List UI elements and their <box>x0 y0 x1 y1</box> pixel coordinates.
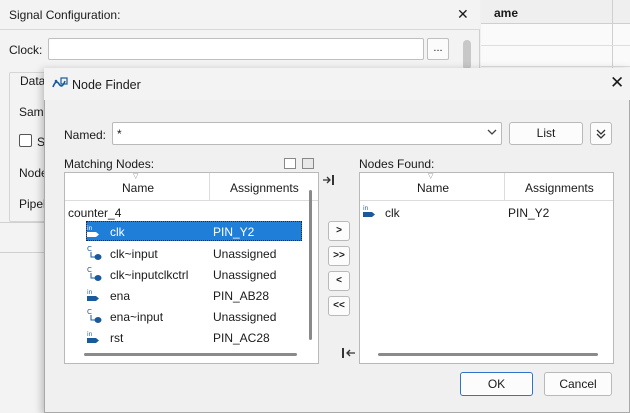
table-row[interactable]: in clk PIN_Y2 <box>362 203 610 223</box>
table-row[interactable]: in clk PIN_Y2 <box>86 222 302 242</box>
svg-text:C: C <box>87 308 92 316</box>
node-assignment: Unassigned <box>213 268 277 282</box>
remove-all-button[interactable]: << <box>328 296 350 316</box>
table-row[interactable]: in ena PIN_AB28 <box>86 286 302 306</box>
table-row[interactable]: C ena~input Unassigned <box>86 307 302 327</box>
input-pin-icon: in <box>87 225 99 237</box>
pipeline-label: Pipel <box>19 197 46 211</box>
svg-text:C: C <box>87 245 92 253</box>
storage-checkbox[interactable] <box>19 134 32 147</box>
expand-options-button[interactable] <box>590 122 612 145</box>
matching-group-counter[interactable]: counter_4 <box>68 206 121 220</box>
list-view-icon[interactable] <box>302 158 314 169</box>
matching-col-assignments[interactable]: Assignments <box>230 181 299 195</box>
node-name: ena <box>110 289 131 303</box>
svg-text:in: in <box>87 331 93 338</box>
svg-text:in: in <box>87 289 93 296</box>
column-separator <box>504 173 505 201</box>
svg-text:C: C <box>87 266 92 274</box>
chevron-down-icon[interactable] <box>486 126 498 138</box>
table-row[interactable]: C clk~inputclkctrl Unassigned <box>86 265 302 285</box>
cancel-button[interactable]: Cancel <box>544 372 612 396</box>
named-label: Named: <box>64 128 107 142</box>
matching-col-name[interactable]: Name <box>122 181 154 195</box>
dialog-title: Node Finder <box>72 78 141 92</box>
combinational-node-icon: C <box>87 266 102 281</box>
node-assignment: PIN_Y2 <box>508 206 550 220</box>
hierarchy-view-icon[interactable] <box>284 158 296 169</box>
node-name: clk <box>110 225 125 239</box>
dialog-close-icon[interactable]: ✕ <box>610 73 624 93</box>
node-name: ena~input <box>110 310 164 324</box>
data-group-label: Data <box>18 74 48 88</box>
sort-caret-icon: ▽ <box>428 173 434 180</box>
table-row <box>481 66 630 67</box>
divider <box>612 0 613 75</box>
table-row[interactable]: in rst PIN_AC28 <box>86 328 302 348</box>
matching-nodes-vertical-scrollbar[interactable] <box>309 190 312 340</box>
clock-input[interactable] <box>48 38 424 60</box>
node-table-header-name[interactable]: ame <box>494 6 518 20</box>
combinational-node-icon: C <box>87 308 102 323</box>
found-col-assignments[interactable]: Assignments <box>525 181 594 195</box>
nodes-found-label: Nodes Found: <box>359 157 435 171</box>
sort-caret-icon: ▽ <box>133 173 139 180</box>
found-col-name[interactable]: Name <box>417 181 449 195</box>
list-button[interactable]: List <box>509 122 583 145</box>
node-assignment: PIN_AC28 <box>213 331 270 345</box>
clock-label: Clock: <box>9 43 43 57</box>
named-input-value[interactable]: * <box>117 127 122 141</box>
table-row[interactable]: C clk~input Unassigned <box>86 244 302 264</box>
signal-configuration-close-icon[interactable]: ✕ <box>457 6 469 23</box>
node-assignment: PIN_AB28 <box>213 289 270 303</box>
clock-browse-button[interactable]: ... <box>427 38 449 60</box>
double-chevron-down-icon <box>596 129 606 139</box>
node-assignment: Unassigned <box>213 247 277 261</box>
divider <box>0 222 45 223</box>
signal-configuration-scrollbar[interactable] <box>463 40 471 70</box>
remove-selected-button[interactable]: < <box>328 271 350 291</box>
add-selected-button[interactable]: > <box>328 221 350 241</box>
node-assignment: PIN_Y2 <box>213 225 255 239</box>
nodes-found-horizontal-scrollbar[interactable] <box>378 353 598 356</box>
remove-all-to-left-icon[interactable] <box>341 346 357 360</box>
svg-text:in: in <box>363 205 369 212</box>
input-pin-icon: in <box>363 205 375 217</box>
node-name: rst <box>110 331 124 345</box>
input-pin-icon: in <box>87 331 99 343</box>
node-finder-app-icon <box>52 77 68 88</box>
combinational-node-icon: C <box>87 245 102 260</box>
ok-button[interactable]: OK <box>460 372 533 396</box>
named-combobox[interactable] <box>112 122 502 145</box>
input-pin-icon: in <box>87 289 99 301</box>
copy-all-to-right-icon[interactable] <box>322 173 338 187</box>
signal-configuration-title: Signal Configuration: <box>9 8 121 22</box>
divider <box>0 252 45 253</box>
sample-depth-label: Sam <box>19 105 44 119</box>
node-name: clk~inputclkctrl <box>110 268 189 282</box>
add-all-button[interactable]: >> <box>328 246 350 266</box>
column-separator <box>209 173 210 201</box>
node-assignment: Unassigned <box>213 310 277 324</box>
matching-nodes-label: Matching Nodes: <box>64 157 155 171</box>
node-name: clk~input <box>110 247 158 261</box>
matching-nodes-horizontal-scrollbar[interactable] <box>84 353 297 356</box>
node-name: clk <box>385 206 400 220</box>
table-row <box>481 45 630 46</box>
svg-text:in: in <box>87 225 93 232</box>
